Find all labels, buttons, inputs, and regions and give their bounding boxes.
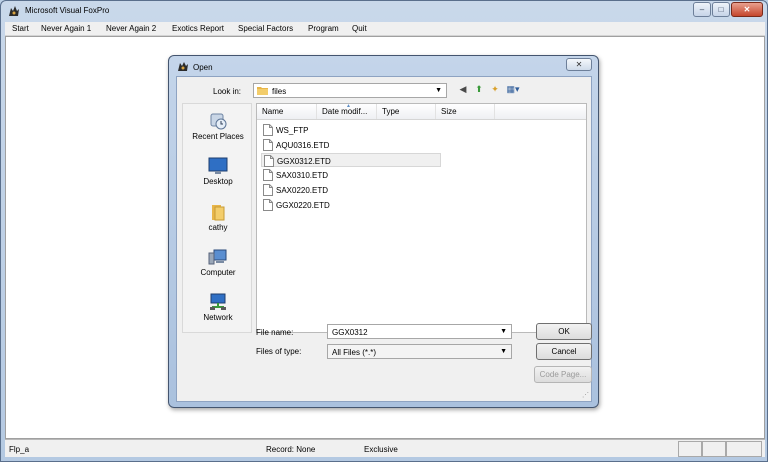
desktop-icon [208,157,228,174]
new-folder-icon[interactable]: ✦ [489,83,501,96]
dialog-body: Look in: files ▼ ◀ ⬆ ✦ ▦▾ Recent Places [176,76,592,402]
cancel-button[interactable]: Cancel [536,343,592,360]
dialog-title: Open [193,63,213,72]
close-button[interactable]: ✕ [731,2,763,17]
menu-quit[interactable]: Quit [352,24,367,33]
title-bar[interactable]: Microsoft Visual FoxPro – □ ✕ [1,1,767,22]
menu-special-factors[interactable]: Special Factors [238,24,293,33]
place-computer[interactable]: Computer [183,248,253,277]
file-row-ggx0220[interactable]: GGX0220.ETD [261,198,441,212]
chevron-down-icon: ▼ [500,348,507,355]
column-name[interactable]: Name [257,104,317,119]
recent-places-icon [210,113,227,130]
up-folder-icon[interactable]: ⬆ [473,83,485,96]
place-network[interactable]: Network [183,293,253,322]
file-type-dropdown[interactable]: All Files (*.*) ▼ [327,344,512,359]
document-icon [263,169,273,181]
menu-exotics-report[interactable]: Exotics Report [172,24,224,33]
document-icon [263,139,273,151]
file-row-aqu0316[interactable]: AQU0316.ETD [261,138,441,152]
document-icon [263,124,273,136]
file-row-sax0220[interactable]: SAX0220.ETD [261,183,441,197]
foxpro-app-icon [9,6,19,16]
dialog-close-button[interactable]: ✕ [566,58,592,71]
network-icon [210,293,226,310]
look-in-value: files [272,87,287,96]
column-type[interactable]: Type [377,104,436,119]
sort-indicator-icon: ▲ [346,103,351,109]
back-arrow-icon[interactable]: ◀ [457,83,469,96]
file-name-field[interactable]: GGX0312 ▼ [327,324,512,339]
file-type-value: All Files (*.*) [332,348,377,357]
status-record: Record: None [266,445,316,454]
resize-grip-icon[interactable]: ⋰ [582,391,589,399]
column-size[interactable]: Size [436,104,495,119]
menu-start[interactable]: Start [12,24,29,33]
status-mode: Exclusive [364,445,398,454]
file-row-sax0310[interactable]: SAX0310.ETD [261,168,441,182]
minimize-button[interactable]: – [693,2,711,17]
folder-icon [257,87,268,95]
code-page-button[interactable]: Code Page... [534,366,592,383]
menu-program[interactable]: Program [308,24,339,33]
computer-icon [208,249,227,265]
file-list[interactable]: Name Date modif... Type Size ▲ WS_FTP AQ… [256,103,587,333]
document-icon [263,199,273,211]
chevron-down-icon: ▼ [435,87,442,94]
status-pane-3 [726,441,762,457]
file-type-label: Files of type: [256,347,302,356]
menu-bar: Start Never Again 1 Never Again 2 Exotic… [5,22,765,36]
place-recent-places[interactable]: Recent Places [183,112,253,141]
user-folder-icon [212,205,225,221]
status-bar: Flp_a Record: None Exclusive [5,439,765,457]
place-desktop[interactable]: Desktop [183,157,253,186]
document-icon [263,184,273,196]
places-bar: Recent Places Desktop cathy Computer Net… [182,103,252,333]
status-pane-2 [702,441,726,457]
document-icon [264,155,274,167]
foxpro-dialog-icon [178,62,188,71]
file-row-ws-ftp[interactable]: WS_FTP [261,123,441,137]
menu-never-again-2[interactable]: Never Again 2 [106,24,156,33]
place-user-cathy[interactable]: cathy [183,203,253,232]
chevron-down-icon[interactable]: ▼ [500,328,507,335]
look-in-dropdown[interactable]: files ▼ [253,83,447,98]
look-in-label: Look in: [213,87,242,96]
maximize-button[interactable]: □ [712,2,730,17]
menu-never-again-1[interactable]: Never Again 1 [41,24,91,33]
views-menu-icon[interactable]: ▦▾ [504,83,522,96]
status-alias: Flp_a [9,445,30,454]
file-name-label: File name: [256,328,294,337]
status-pane-1 [678,441,702,457]
open-dialog: Open ✕ Look in: files ▼ ◀ ⬆ ✦ ▦▾ Recent … [168,55,599,408]
window-title: Microsoft Visual FoxPro [25,6,110,15]
file-row-ggx0312[interactable]: GGX0312.ETD [261,153,441,167]
ok-button[interactable]: OK [536,323,592,340]
column-header-row: Name Date modif... Type Size ▲ [257,103,586,120]
file-name-value: GGX0312 [332,328,368,337]
